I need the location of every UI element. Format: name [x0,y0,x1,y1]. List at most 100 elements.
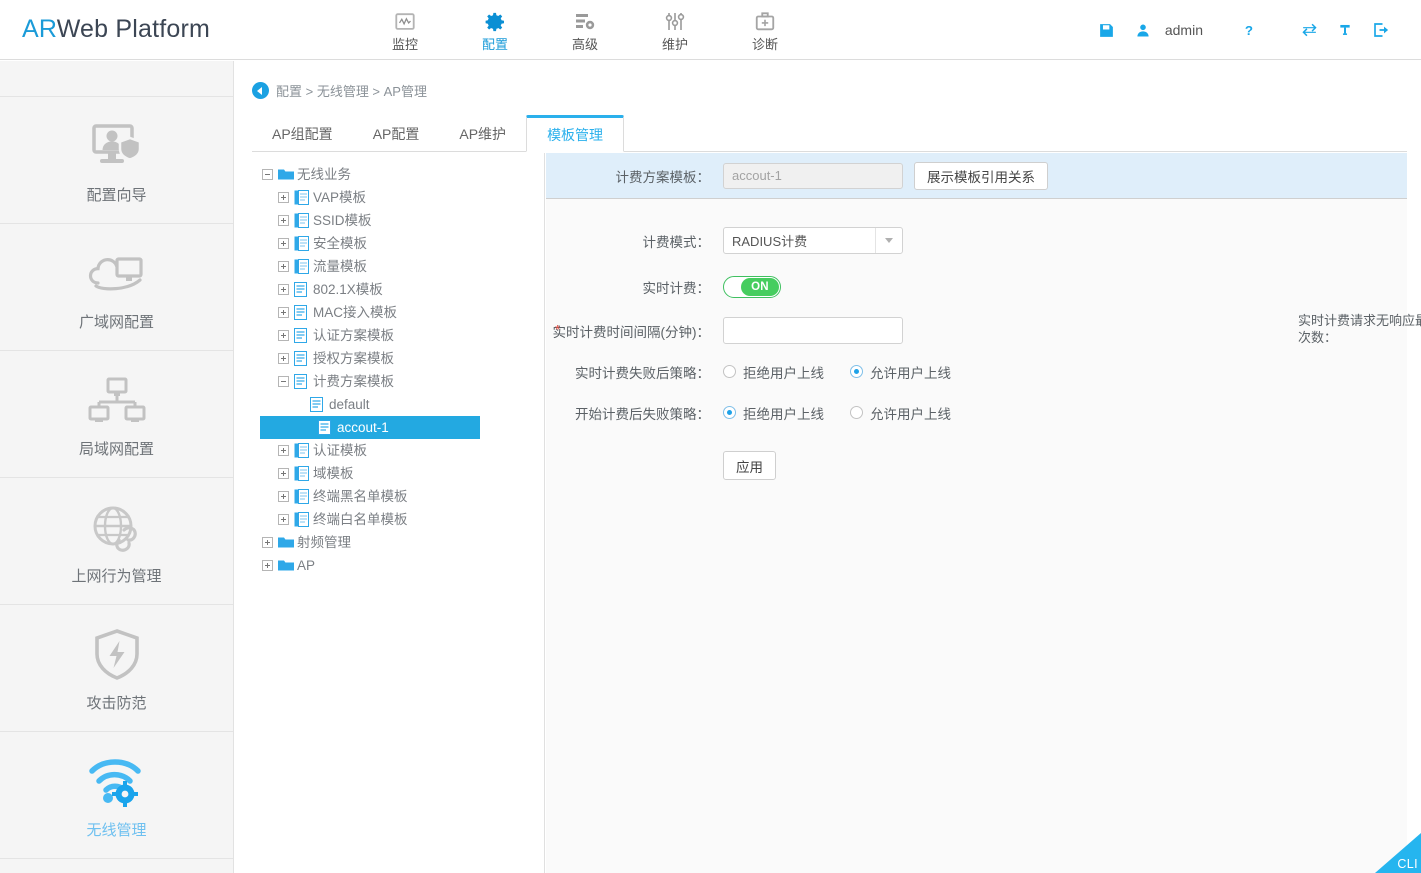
tree-node-label: 流量模板 [313,255,367,278]
tab-bar: AP组配置 AP配置 AP维护 模板管理 [252,117,1407,152]
tree-node-label: 802.1X模板 [313,278,383,301]
tree-toggle-plus-icon[interactable] [262,560,273,571]
logout-icon[interactable] [1363,0,1399,60]
tree-node-authz-scheme-template[interactable]: 授权方案模板 [252,347,544,370]
template-tree-panel: 无线业务 VAP模板 SSID模板 安全模板 [252,153,545,873]
template-icon [294,466,310,482]
sidebar-item-internet-behavior[interactable]: 上网行为管理 [0,478,233,605]
interval-input[interactable] [723,317,903,344]
accounting-mode-select[interactable]: RADIUS计费 [723,227,903,254]
tree-node-mac-access-template[interactable]: MAC接入模板 [252,301,544,324]
sidebar-item-wireless-management[interactable]: 无线管理 [0,732,233,859]
tree-node-label: MAC接入模板 [313,301,397,324]
user-icon[interactable] [1125,0,1161,60]
sidebar-item-config-wizard[interactable]: 配置向导 [0,97,233,224]
top-nav-item-config[interactable]: 配置 [450,0,540,60]
top-nav-label: 监控 [392,37,418,52]
tree-node-domain-template[interactable]: 域模板 [252,462,544,485]
template-icon [294,236,310,252]
sidebar-item-lan-config[interactable]: 局域网配置 [0,351,233,478]
top-nav-item-monitor[interactable]: 监控 [360,0,450,60]
fail-policy-option-allow[interactable]: 允许用户上线 [850,362,951,382]
tree-node-terminal-whitelist-template[interactable]: 终端白名单模板 [252,508,544,531]
tree-node-terminal-blacklist-template[interactable]: 终端黑名单模板 [252,485,544,508]
tree-node-auth-template[interactable]: 认证模板 [252,439,544,462]
tree-toggle-plus-icon[interactable] [278,307,289,318]
sidebar-item-label: 配置向导 [86,184,146,205]
folder-icon [278,167,294,183]
radio-mark [723,365,736,378]
realtime-accounting-toggle[interactable]: ON [723,276,781,298]
fail-policy-option-deny[interactable]: 拒绝用户上线 [723,362,824,382]
tree-node-accout-1[interactable]: accout-1 [260,416,480,439]
tree-node-label: 计费方案模板 [313,370,394,393]
tree-node-accounting-scheme-template[interactable]: 计费方案模板 [252,370,544,393]
tree-node-ssid-template[interactable]: SSID模板 [252,209,544,232]
tree-toggle-plus-icon[interactable] [278,330,289,341]
doc-icon [294,351,310,367]
tree-toggle-plus-icon[interactable] [278,238,289,249]
fail-policy-label: 实时计费失败后策略： [546,362,723,382]
tree-toggle-plus-icon[interactable] [278,284,289,295]
tab-template-management[interactable]: 模板管理 [526,115,624,152]
sidebar-item-attack-defense[interactable]: 攻击防范 [0,605,233,732]
tree-toggle-plus-icon[interactable] [278,468,289,479]
left-sidebar: 配置向导 广域网配置 局域网配置 [0,61,234,873]
tree-node-ap[interactable]: AP [252,554,544,577]
form-header-bar: 计费方案模板： 展示模板引用关系 [546,153,1407,199]
tree-toggle-plus-icon[interactable] [278,445,289,456]
start-fail-policy-radio-group: 拒绝用户上线 允许用户上线 [723,403,977,423]
key-icon[interactable] [1327,0,1363,60]
tree-toggle-plus-icon[interactable] [278,261,289,272]
tree-node-default[interactable]: default [252,393,544,416]
tree-node-label: 无线业务 [297,163,351,186]
tree-node-security-template[interactable]: 安全模板 [252,232,544,255]
tree-node-traffic-template[interactable]: 流量模板 [252,255,544,278]
top-nav-item-diagnostic[interactable]: 诊断 [720,0,810,60]
tree-node-vap-template[interactable]: VAP模板 [252,186,544,209]
sidebar-item-label: 上网行为管理 [71,565,161,586]
folder-icon [278,535,294,551]
sidebar-item-label: 局域网配置 [79,438,154,459]
tree-toggle-plus-icon[interactable] [278,514,289,525]
advanced-settings-icon [573,9,597,35]
tree-toggle-minus-icon[interactable] [262,169,273,180]
show-template-reference-button[interactable]: 展示模板引用关系 [914,162,1048,190]
start-fail-policy-option-deny[interactable]: 拒绝用户上线 [723,403,824,423]
template-icon [294,512,310,528]
switch-icon[interactable] [1291,0,1327,60]
top-nav-label: 维护 [662,37,688,52]
back-button-icon[interactable] [252,82,269,99]
tree-node-wireless-service[interactable]: 无线业务 [252,163,544,186]
sidebar-top-spacer [0,61,233,97]
start-fail-policy-option-allow[interactable]: 允许用户上线 [850,403,951,423]
tree-toggle-plus-icon[interactable] [278,491,289,502]
template-name-input[interactable] [723,163,903,189]
tab-ap-group-config[interactable]: AP组配置 [252,117,353,151]
tree-toggle-plus-icon[interactable] [278,192,289,203]
radio-label: 拒绝用户上线 [743,362,824,382]
tab-ap-config[interactable]: AP配置 [353,117,440,151]
tree-node-8021x-template[interactable]: 802.1X模板 [252,278,544,301]
tab-ap-maintenance[interactable]: AP维护 [439,117,526,151]
help-icon[interactable]: ? [1231,0,1267,60]
save-icon[interactable] [1089,0,1125,60]
fail-policy-radio-group: 拒绝用户上线 允许用户上线 [723,362,977,382]
svg-text:?: ? [1245,23,1253,38]
tree-node-auth-scheme-template[interactable]: 认证方案模板 [252,324,544,347]
top-nav-item-maintenance[interactable]: 维护 [630,0,720,60]
chevron-down-icon[interactable] [875,228,902,253]
actions-control: 应用 [723,451,776,480]
sidebar-item-wan-config[interactable]: 广域网配置 [0,224,233,351]
tree-toggle-minus-icon[interactable] [278,376,289,387]
tree-toggle-plus-icon[interactable] [278,353,289,364]
top-nav-item-advanced[interactable]: 高级 [540,0,630,60]
user-name: admin [1165,22,1203,38]
tree-toggle-plus-icon[interactable] [262,537,273,548]
apply-button[interactable]: 应用 [723,451,776,480]
cli-corner-button[interactable]: CLI [1375,833,1421,873]
tree-toggle-plus-icon[interactable] [278,215,289,226]
max-noresponse-label: 实时计费请求无响应最大次数： [1298,311,1421,346]
tree-node-rf-management[interactable]: 射频管理 [252,531,544,554]
form-body: 计费模式： RADIUS计费 实时计费： ON * [546,199,1407,483]
